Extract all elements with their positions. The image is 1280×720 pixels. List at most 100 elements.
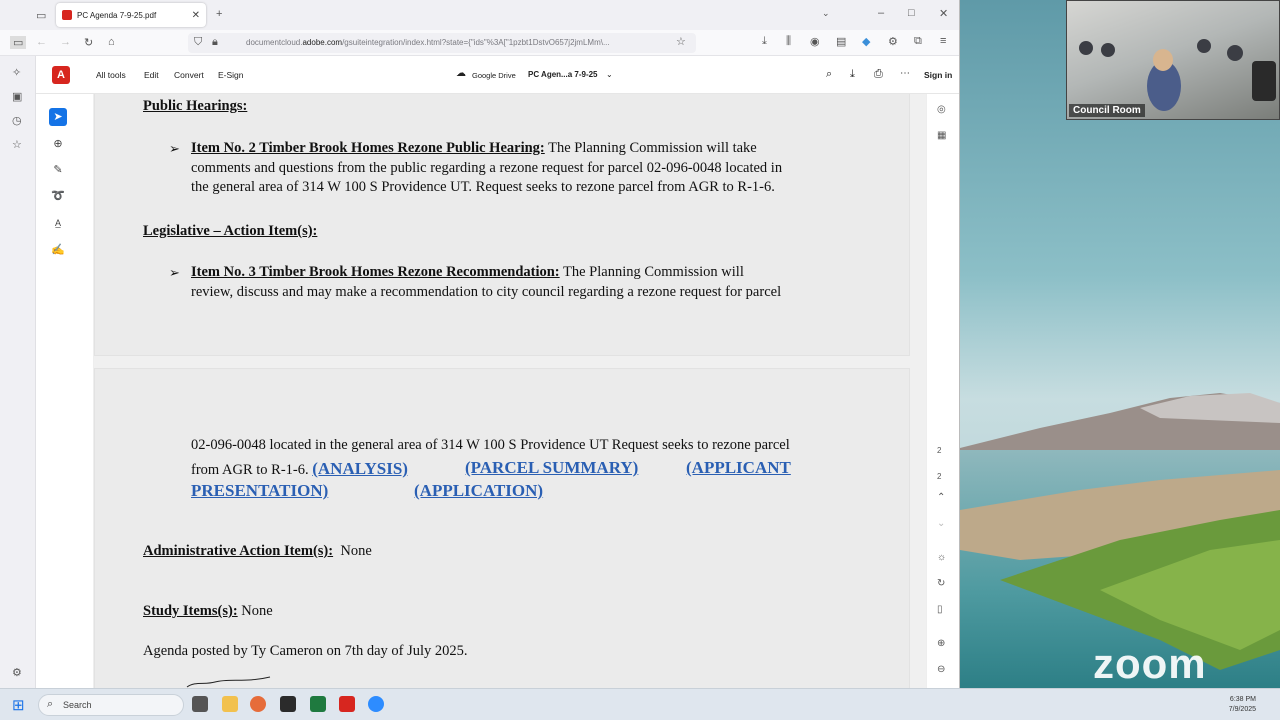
extension-icon[interactable]: ◆ <box>862 35 870 48</box>
url-domain: adobe.com <box>302 38 343 47</box>
maximize-icon[interactable]: □ <box>908 7 915 19</box>
tab-overview-icon[interactable]: ▭ <box>36 9 46 22</box>
select-tool-icon[interactable]: ➤ <box>49 108 67 126</box>
item3-first-line: Item No. 3 Timber Brook Homes Rezone Rec… <box>191 264 744 281</box>
bullet-arrow-icon: ➢ <box>169 141 180 156</box>
account-icon[interactable]: ◉ <box>810 35 820 48</box>
quick-tools-panel: ➤ ⊕ ✎ ➰ A̲ ✍ <box>36 94 94 688</box>
menu-icon[interactable]: ≡ <box>940 35 946 47</box>
ai-assistant-icon[interactable]: ☼ <box>937 552 946 563</box>
acrobat-logo[interactable]: A <box>52 66 70 84</box>
all-tools-button[interactable]: All tools <box>96 70 126 80</box>
applicant-link[interactable]: (APPLICANT <box>686 458 791 478</box>
edit-button[interactable]: Edit <box>144 70 159 80</box>
sidebar-toggle-icon[interactable]: ▭ <box>10 36 27 49</box>
zoom-out-icon[interactable]: ⊖ <box>937 664 945 675</box>
browser-window: ▭ PC Agenda 7-9-25.pdf ✕ + ⌄ – □ ✕ ▭ ← →… <box>0 0 960 688</box>
study-value: None <box>241 603 273 619</box>
download-pdf-icon[interactable]: ⤓ <box>850 68 855 81</box>
cloud-icon: ☁ <box>456 68 466 79</box>
download-icon[interactable]: ⤓ <box>762 35 767 48</box>
settings-icon[interactable]: ⚙ <box>12 666 22 679</box>
extensions-puzzle-icon[interactable]: ⧉ <box>914 35 922 48</box>
more-icon[interactable]: ⋯ <box>900 68 910 79</box>
admin-line: Administrative Action Item(s): None <box>143 543 372 560</box>
history-icon[interactable]: ◷ <box>12 114 22 127</box>
item2-line2: comments and questions from the public r… <box>191 160 783 176</box>
search-icon: ⌕ <box>47 698 54 710</box>
page-current[interactable]: 2 <box>937 446 941 455</box>
home-icon[interactable]: ⌂ <box>108 36 115 48</box>
task-view-icon[interactable] <box>192 696 208 712</box>
participant-video[interactable]: Council Room <box>1066 0 1280 120</box>
presentation-link[interactable]: PRESENTATION) <box>191 481 328 501</box>
taskbar: ⊞ ⌕ Search 6:38 PM 7/9/2025 <box>0 688 1280 720</box>
bookmarks-icon[interactable]: ☆ <box>12 138 22 151</box>
print-icon[interactable]: ⎙ <box>874 68 883 81</box>
bullet-arrow-icon: ➢ <box>169 265 180 280</box>
document-name[interactable]: PC Agen...a 7-9-25 <box>528 70 598 79</box>
navigation-bar: ▭ ← → ↻ ⌂ documentcloud.adobe.com/gsuite… <box>0 30 959 56</box>
zoom-logo: zoom <box>1093 640 1207 687</box>
windows-start-icon[interactable]: ⊞ <box>12 696 25 714</box>
forward-icon[interactable]: → <box>60 36 71 48</box>
doc-chevron-icon[interactable]: ⌄ <box>606 70 613 79</box>
system-clock[interactable]: 6:38 PM 7/9/2025 <box>1229 695 1256 715</box>
page-up-icon[interactable]: ⌃ <box>937 492 945 503</box>
convert-button[interactable]: Convert <box>174 70 204 80</box>
highlight-tool-icon[interactable]: ✎ <box>49 161 67 179</box>
close-window-icon[interactable]: ✕ <box>939 7 948 20</box>
reload-icon[interactable]: ↻ <box>84 36 93 49</box>
item3-line2: review, discuss and may make a recommend… <box>191 284 782 300</box>
legislative-heading: Legislative – Action Item(s): <box>143 223 318 239</box>
shield-icon[interactable]: ⛉ <box>194 36 202 49</box>
zoom-taskbar-icon[interactable] <box>368 696 384 712</box>
pdf-viewer[interactable]: Public Hearings: ➢ Item No. 2 Timber Bro… <box>94 94 926 688</box>
item2-first-line: Item No. 2 Timber Brook Homes Rezone Pub… <box>191 140 757 157</box>
minimize-icon[interactable]: – <box>878 7 884 19</box>
ai-icon[interactable]: ✧ <box>12 66 21 79</box>
rotate-icon[interactable]: ↻ <box>937 578 945 589</box>
back-icon[interactable]: ← <box>36 36 47 48</box>
tab-pdf[interactable]: PC Agenda 7-9-25.pdf ✕ <box>56 3 206 27</box>
sign-in-button[interactable]: Sign in <box>924 70 952 80</box>
application-link[interactable]: (APPLICATION) <box>414 481 543 501</box>
save-page-icon[interactable]: ▯ <box>937 604 943 615</box>
tab-title: PC Agenda 7-9-25.pdf <box>77 10 157 20</box>
extension-2-icon[interactable]: ⚙ <box>888 35 898 48</box>
parcel-summary-link[interactable]: (PARCEL SUMMARY) <box>465 458 638 478</box>
item2-line1: The Planning Commission will take <box>544 140 757 156</box>
url-prefix: documentcloud. <box>246 38 303 47</box>
firefox-icon[interactable] <box>250 696 266 712</box>
search-icon[interactable]: ⌕ <box>826 68 832 81</box>
terminal-icon[interactable] <box>280 696 296 712</box>
library-icon[interactable]: ⫼ <box>786 35 791 48</box>
page-down-icon[interactable]: ⌄ <box>937 518 945 529</box>
file-explorer-icon[interactable] <box>222 696 238 712</box>
pdf-page-2: 02-096-0048 located in the general area … <box>94 368 910 688</box>
pdf-page-1: Public Hearings: ➢ Item No. 2 Timber Bro… <box>94 94 910 356</box>
synced-tabs-icon[interactable]: ▣ <box>12 90 22 103</box>
lock-icon[interactable]: 🔒︎ <box>212 36 218 49</box>
address-bar[interactable]: documentcloud.adobe.com/gsuiteintegratio… <box>188 33 696 53</box>
new-tab-icon[interactable]: + <box>216 8 222 20</box>
reader-icon[interactable]: ▤ <box>836 35 846 48</box>
excel-icon[interactable] <box>310 696 326 712</box>
draw-tool-icon[interactable]: ➰ <box>49 187 67 205</box>
analysis-link[interactable]: (ANALYSIS) <box>312 459 408 478</box>
zoom-tool-icon[interactable]: ⊕ <box>49 135 67 153</box>
zoom-in-icon[interactable]: ⊕ <box>937 638 945 649</box>
thumbnails-icon[interactable]: ▦ <box>937 130 946 141</box>
posted-line: Agenda posted by Ty Cameron on 7th day o… <box>143 643 468 659</box>
bookmark-star-icon[interactable]: ☆ <box>676 35 686 48</box>
text-tool-icon[interactable]: A̲ <box>49 214 67 232</box>
acrobat-taskbar-icon[interactable] <box>339 696 355 712</box>
sign-tool-icon[interactable]: ✍ <box>49 241 67 259</box>
item3-line1: The Planning Commission will <box>559 264 744 280</box>
url-rest: /gsuiteintegration/index.html?state={"id… <box>342 38 610 47</box>
chevron-down-icon[interactable]: ⌄ <box>822 8 830 19</box>
close-tab-icon[interactable]: ✕ <box>192 10 200 21</box>
comment-icon[interactable]: ◎ <box>937 104 946 115</box>
esign-button[interactable]: E-Sign <box>218 70 244 80</box>
taskbar-search[interactable]: ⌕ Search <box>38 694 184 716</box>
